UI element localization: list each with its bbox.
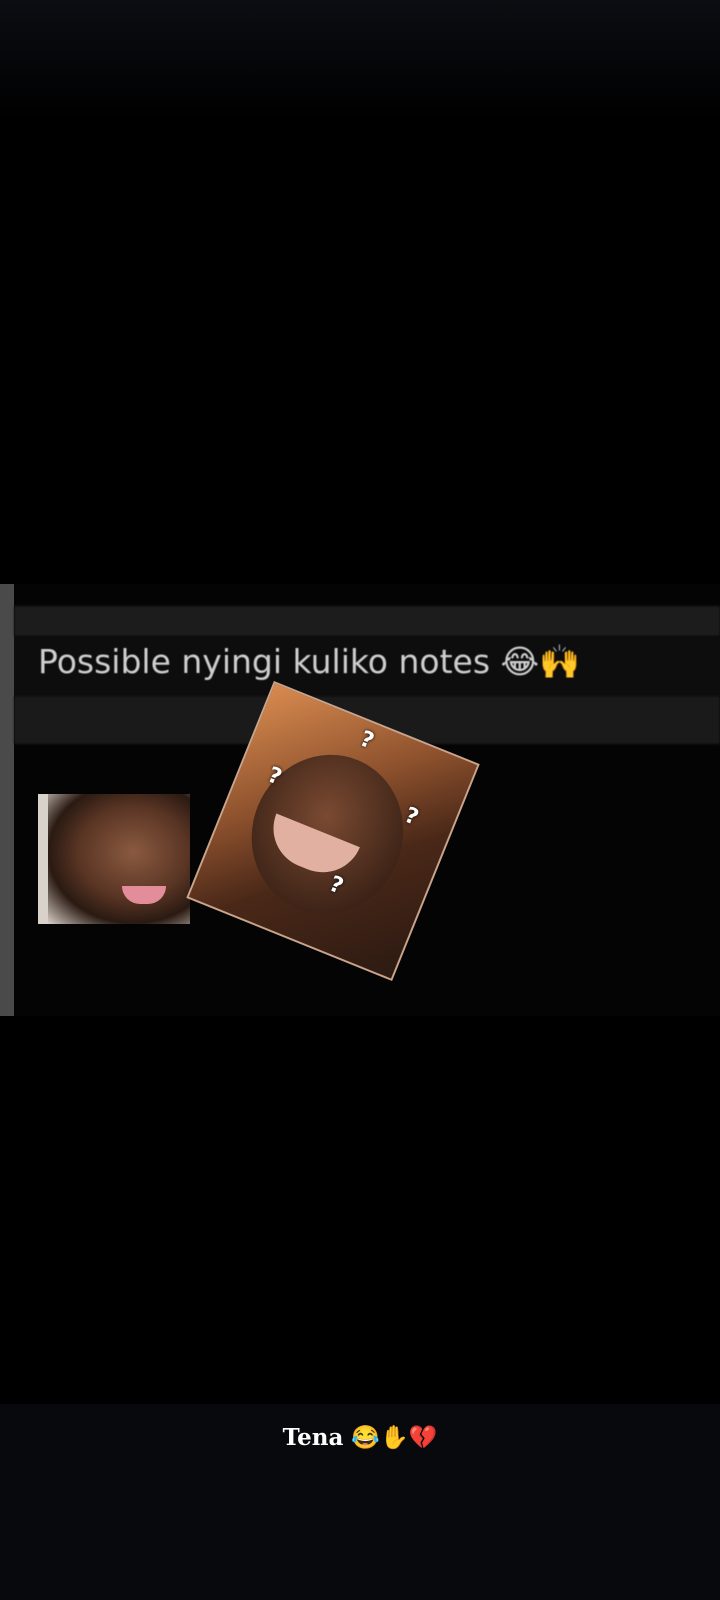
laughing-face-sticker [38,794,190,924]
image-top-band [14,606,720,636]
story-image: Possible nyingi kuliko notes 😂🙌 ? ? ? ? [0,584,720,1016]
top-gradient [0,0,720,120]
image-post-text: Possible nyingi kuliko notes 😂🙌 [38,642,581,681]
question-mark: ? [356,726,378,755]
question-mark: ? [400,802,422,831]
image-left-edge [0,584,14,1016]
story-caption: Tena 😂✋💔 [282,1424,438,1451]
sticker-mouth [122,886,166,904]
caption-bar: Tena 😂✋💔 [0,1404,720,1600]
story-viewer[interactable]: Possible nyingi kuliko notes 😂🙌 ? ? ? ? … [0,0,720,1600]
